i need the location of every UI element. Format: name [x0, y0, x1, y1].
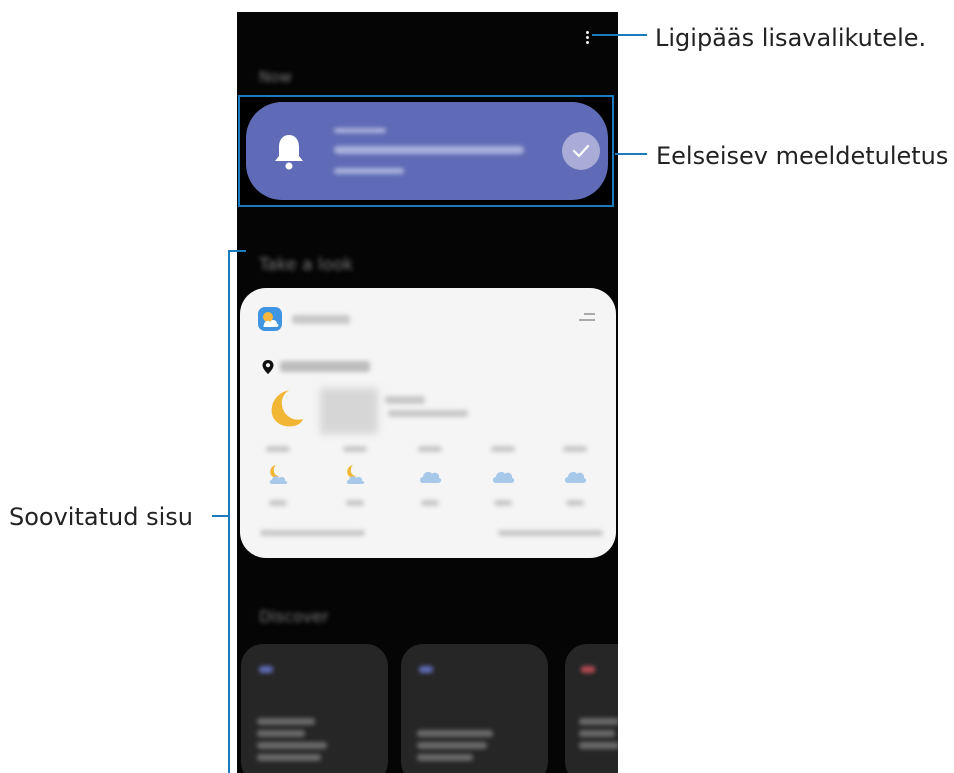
- discover-card-tag: [259, 666, 273, 673]
- forecast-temp: [269, 500, 287, 506]
- forecast-item: [555, 446, 595, 506]
- forecast-item: [335, 446, 375, 506]
- section-take-a-look-title: Take a look: [259, 255, 354, 275]
- forecast-time: [266, 446, 290, 452]
- cloud-icon: [420, 471, 442, 483]
- discover-card[interactable]: [401, 644, 548, 773]
- weather-footer-updated: [498, 530, 603, 536]
- reminder-card[interactable]: [246, 102, 608, 200]
- forecast-temp: [566, 500, 584, 506]
- location-pin-icon: [262, 360, 274, 374]
- forecast-item: [483, 446, 523, 506]
- weather-card[interactable]: [240, 288, 616, 558]
- section-discover-title: Discover: [259, 607, 329, 626]
- check-icon: [572, 144, 590, 158]
- forecast-time: [491, 446, 515, 452]
- discover-card-text: [257, 730, 305, 737]
- discover-card-tag: [581, 666, 595, 673]
- forecast-temp: [421, 500, 439, 506]
- forecast-time: [343, 446, 367, 452]
- reminder-callout-line: [615, 153, 647, 155]
- discover-card-tag: [419, 666, 433, 673]
- weather-detail: [388, 410, 468, 417]
- discover-card-text: [257, 754, 321, 761]
- discover-card-text: [579, 718, 618, 725]
- forecast-item: [258, 446, 298, 506]
- weather-menu-icon[interactable]: [579, 313, 595, 323]
- discover-card-text: [257, 742, 327, 749]
- forecast-time: [418, 446, 442, 452]
- moon-cloud-icon: [269, 465, 288, 484]
- weather-location: [280, 361, 370, 372]
- suggested-content-callout-line: [212, 515, 228, 517]
- more-options-annotation: Ligipääs lisavalikutele.: [655, 24, 927, 52]
- forecast-time: [563, 446, 587, 452]
- reminder-highlight: [238, 95, 614, 207]
- suggested-content-bracket: [228, 250, 230, 773]
- discover-card-text: [417, 730, 493, 737]
- phone-screen: Now Take a look Discover: [237, 12, 618, 773]
- suggested-content-annotation: Soovitatud sisu: [9, 503, 193, 531]
- weather-condition: [385, 396, 425, 404]
- discover-card-text: [417, 754, 473, 761]
- reminder-label: [334, 128, 386, 133]
- weather-app-icon: [258, 307, 282, 331]
- reminder-time: [334, 168, 404, 174]
- weather-temperature: [320, 388, 378, 434]
- cloud-icon: [493, 471, 515, 483]
- discover-card-text: [579, 730, 615, 737]
- more-options-icon[interactable]: [583, 31, 591, 47]
- weather-title: [292, 315, 350, 324]
- forecast-item: [410, 446, 450, 506]
- forecast-temp: [494, 500, 512, 506]
- discover-card-text: [257, 718, 315, 725]
- cloud-icon: [565, 471, 587, 483]
- bell-icon: [275, 135, 303, 170]
- section-now-title: Now: [259, 68, 292, 86]
- discover-card-text: [417, 742, 487, 749]
- weather-footer-source: [260, 530, 365, 536]
- forecast-temp: [346, 500, 364, 506]
- reminder-annotation: Eelseisev meeldetuletus: [656, 142, 949, 170]
- reminder-title: [334, 146, 524, 154]
- discover-card-text: [579, 742, 618, 749]
- moon-cloud-icon: [346, 465, 365, 484]
- more-options-callout-line: [592, 34, 647, 36]
- discover-card[interactable]: [241, 644, 388, 773]
- dismiss-reminder-button[interactable]: [562, 132, 600, 170]
- suggested-content-bracket-top: [228, 250, 246, 252]
- moon-icon: [271, 390, 303, 427]
- discover-card[interactable]: [565, 644, 618, 773]
